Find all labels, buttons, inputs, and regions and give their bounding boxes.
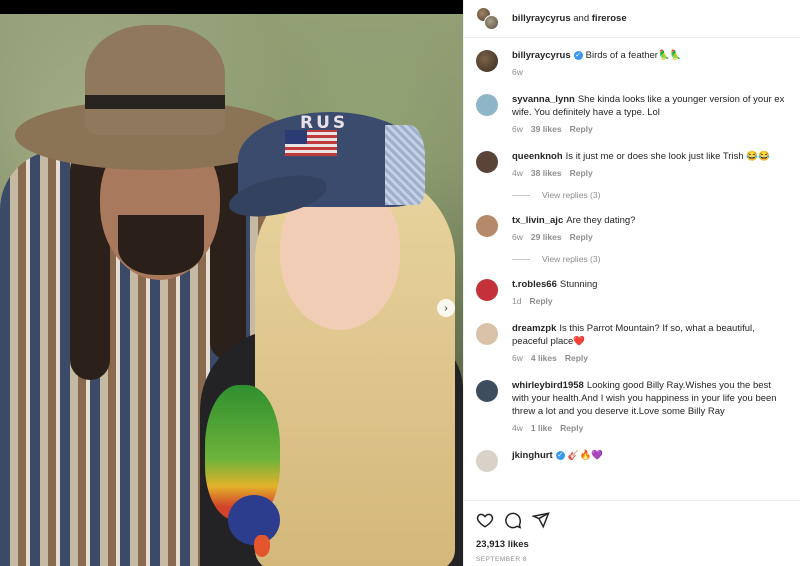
author-joiner: and (573, 13, 590, 24)
view-replies-label: View replies (3) (542, 254, 601, 264)
divider (512, 194, 530, 196)
comment-username[interactable]: jkinghurt (512, 450, 553, 461)
view-replies-label: View replies (3) (542, 190, 601, 200)
avatar[interactable] (476, 279, 498, 301)
comment-likes[interactable]: 1 like (531, 422, 552, 435)
comment-time: 1d (512, 296, 522, 306)
hat-band (85, 95, 225, 109)
avatar[interactable] (476, 323, 498, 345)
parrot-head (228, 495, 280, 545)
comment-time: 6w (512, 124, 523, 134)
comment-likes[interactable]: 39 likes (531, 123, 562, 136)
list-item: tx_livin_ajc Are they dating? 6w 29 likes… (476, 214, 788, 244)
reply-button[interactable]: Reply (570, 231, 593, 244)
chevron-right-icon: › (444, 302, 448, 314)
list-item: dreamzpk Is this Parrot Mountain? If so, … (476, 322, 788, 365)
comment-time: 4w (512, 168, 523, 178)
post-caption: billyraycyrus ✓ Birds of a feather🦜🦜 6w (476, 49, 788, 79)
man-beard (118, 215, 204, 275)
reply-button[interactable]: Reply (565, 352, 588, 365)
list-item: whirleybird1958 Looking good Billy Ray.Wi… (476, 379, 788, 435)
avatar[interactable] (476, 380, 498, 402)
share-icon[interactable] (532, 511, 550, 529)
comment-text: Are they dating? (566, 215, 636, 226)
list-item: jkinghurt ✓ 🎸🔥💜 (476, 449, 788, 472)
comment-username[interactable]: billyraycyrus (512, 50, 571, 61)
avatar[interactable] (476, 215, 498, 237)
post-photo: RUS › (0, 0, 463, 566)
reply-button[interactable]: Reply (570, 123, 593, 136)
parrot-beak (254, 535, 270, 557)
comment-icon[interactable] (504, 511, 522, 529)
comment-time: 6w (512, 353, 523, 363)
comment-time: 6w (512, 67, 523, 77)
comment-time: 6w (512, 232, 523, 242)
collab-avatars[interactable] (476, 6, 500, 31)
comments-panel: billyraycyrus and firerose billyraycyrus… (463, 0, 800, 566)
post-date: SEPTEMBER 8 (476, 556, 528, 563)
comment-time: 4w (512, 423, 523, 433)
comment-likes[interactable]: 29 likes (531, 231, 562, 244)
view-replies-button[interactable]: View replies (3) (512, 254, 788, 264)
likes-count[interactable]: 23,913 likes (476, 539, 788, 550)
next-photo-button[interactable]: › (437, 299, 455, 317)
list-item: syvanna_lynn She kinda looks like a young… (476, 93, 788, 136)
comment-username[interactable]: tx_livin_ajc (512, 215, 563, 226)
comment-text: Stunning (559, 279, 598, 290)
view-replies-button[interactable]: View replies (3) (512, 190, 788, 200)
list-item: t.robles66 Stunning 1d Reply (476, 278, 788, 308)
avatar (484, 14, 499, 30)
comment-username[interactable]: dreamzpk (512, 323, 556, 334)
avatar[interactable] (476, 151, 498, 173)
reply-button[interactable]: Reply (560, 422, 583, 435)
verified-icon: ✓ (555, 450, 565, 460)
cap-flag-patch (285, 130, 337, 156)
comment-likes[interactable]: 38 likes (531, 167, 562, 180)
cap-mesh (385, 125, 425, 205)
comment-text: Is it just me or does she look just like… (565, 151, 770, 162)
caption-text: Birds of a feather🦜🦜 (585, 50, 682, 61)
author-link[interactable]: billyraycyrus (512, 13, 571, 24)
hat-crown (85, 25, 225, 135)
avatar[interactable] (476, 450, 498, 472)
comment-username[interactable]: syvanna_lynn (512, 94, 575, 105)
cap-text: RUS (300, 113, 349, 133)
comments-list[interactable]: billyraycyrus ✓ Birds of a feather🦜🦜 6w sy… (464, 39, 800, 491)
reply-button[interactable]: Reply (570, 167, 593, 180)
avatar[interactable] (476, 50, 498, 72)
heart-icon[interactable] (476, 511, 494, 529)
avatar[interactable] (476, 94, 498, 116)
comment-text: 🎸🔥💜 (567, 450, 604, 461)
list-item: queenknoh Is it just me or does she look … (476, 150, 788, 180)
reply-button[interactable]: Reply (529, 295, 552, 308)
heart-emoji: ❤️ (573, 336, 586, 347)
post-authors: billyraycyrus and firerose (512, 13, 627, 24)
post-actions: 23,913 likes SEPTEMBER 8 (464, 500, 800, 563)
divider (512, 258, 530, 260)
comment-username[interactable]: queenknoh (512, 151, 563, 162)
post-header: billyraycyrus and firerose (464, 0, 800, 38)
comment-username[interactable]: whirleybird1958 (512, 380, 584, 391)
author-link[interactable]: firerose (592, 13, 627, 24)
comment-username[interactable]: t.robles66 (512, 279, 557, 290)
comment-likes[interactable]: 4 likes (531, 352, 557, 365)
verified-icon: ✓ (573, 50, 583, 60)
action-icons (476, 511, 788, 529)
